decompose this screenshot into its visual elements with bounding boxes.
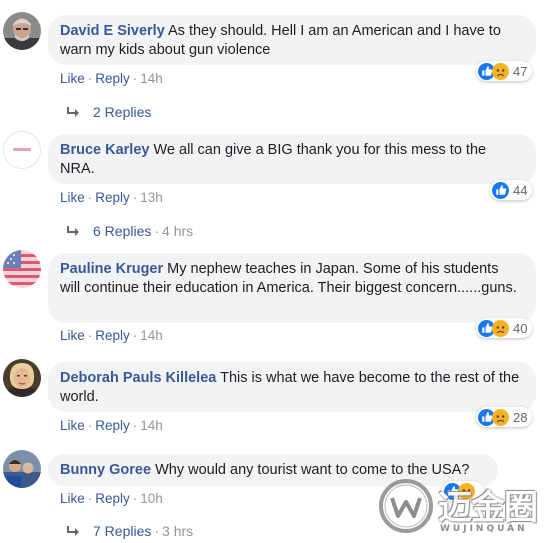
replies-time: 4 hrs: [162, 223, 194, 239]
comment-actions: Like · Reply · 10h: [60, 491, 163, 506]
reaction-count: 47: [513, 63, 528, 79]
watermark-text: 迈金圈: [438, 488, 538, 528]
comment-bubble: David E Siverly As they should. Hell I a…: [48, 15, 536, 65]
reaction-count: 44: [513, 182, 528, 198]
like-icon: [492, 181, 509, 199]
reaction-count: 40: [513, 320, 528, 336]
like-link[interactable]: Like: [60, 71, 85, 86]
reply-arrow-icon: [67, 107, 79, 117]
timestamp[interactable]: 14h: [140, 71, 163, 86]
reply-link[interactable]: Reply: [95, 491, 130, 506]
comment-actions: Like · Reply · 14h: [60, 418, 163, 433]
sad-icon: [492, 62, 509, 80]
replies-link[interactable]: 7 Replies: [93, 523, 151, 539]
reply-link[interactable]: Reply: [95, 71, 130, 86]
timestamp[interactable]: 14h: [140, 418, 163, 433]
reply-link[interactable]: Reply: [95, 328, 130, 343]
like-link[interactable]: Like: [60, 418, 85, 433]
comment-author[interactable]: Bunny Goree: [60, 462, 151, 478]
comment-author[interactable]: Bruce Karley: [60, 142, 149, 158]
comment-author[interactable]: Deborah Pauls Killelea: [60, 370, 216, 386]
reaction-count: 28: [513, 409, 528, 425]
view-replies[interactable]: 2 Replies: [67, 104, 151, 120]
replies-time: 3 hrs: [162, 523, 194, 539]
reaction-summary[interactable]: 28: [476, 407, 533, 427]
avatar[interactable]: [3, 12, 41, 50]
comment-bubble: Deborah Pauls Killelea This is what we h…: [48, 362, 536, 412]
avatar[interactable]: [3, 131, 41, 169]
like-link[interactable]: Like: [60, 328, 85, 343]
separator: ·: [87, 190, 93, 205]
separator: ·: [154, 223, 160, 239]
like-link[interactable]: Like: [60, 190, 85, 205]
separator: ·: [154, 523, 160, 539]
watermark: 迈金圈 WUJINQUAN: [378, 474, 548, 540]
separator: ·: [132, 418, 138, 433]
replies-link[interactable]: 2 Replies: [93, 104, 151, 120]
watermark-logo-icon: [379, 479, 433, 533]
separator: ·: [87, 71, 93, 86]
comment-author[interactable]: Pauline Kruger: [60, 261, 163, 277]
comment-bubble: Pauline Kruger My nephew teaches in Japa…: [48, 253, 536, 323]
comment-actions: Like · Reply · 14h: [60, 71, 163, 86]
avatar[interactable]: [3, 250, 41, 288]
reply-arrow-icon: [67, 526, 79, 536]
timestamp[interactable]: 13h: [140, 190, 163, 205]
separator: ·: [132, 328, 138, 343]
reply-link[interactable]: Reply: [95, 190, 130, 205]
like-link[interactable]: Like: [60, 491, 85, 506]
separator: ·: [87, 418, 93, 433]
reply-arrow-icon: [67, 226, 79, 236]
sad-icon: [492, 319, 509, 337]
reaction-summary[interactable]: 40: [476, 318, 533, 338]
timestamp[interactable]: 10h: [140, 491, 163, 506]
sad-icon: [492, 408, 509, 426]
comment-author[interactable]: David E Siverly: [60, 23, 165, 39]
reaction-summary[interactable]: 44: [490, 180, 533, 200]
reply-link[interactable]: Reply: [95, 418, 130, 433]
comment-actions: Like · Reply · 14h: [60, 328, 163, 343]
separator: ·: [87, 491, 93, 506]
replies-link[interactable]: 6 Replies: [93, 223, 151, 239]
timestamp[interactable]: 14h: [140, 328, 163, 343]
view-replies[interactable]: 6 Replies · 4 hrs: [67, 223, 193, 239]
separator: ·: [87, 328, 93, 343]
comment-bubble: Bruce Karley We all can give a BIG thank…: [48, 134, 536, 184]
watermark-subtext: WUJINQUAN: [440, 524, 528, 534]
reaction-summary[interactable]: 47: [476, 61, 533, 81]
avatar[interactable]: [3, 450, 41, 488]
avatar[interactable]: [3, 359, 41, 397]
separator: ·: [132, 190, 138, 205]
separator: ·: [132, 491, 138, 506]
comment-actions: Like · Reply · 13h: [60, 190, 163, 205]
view-replies[interactable]: 7 Replies · 3 hrs: [67, 523, 193, 539]
separator: ·: [132, 71, 138, 86]
